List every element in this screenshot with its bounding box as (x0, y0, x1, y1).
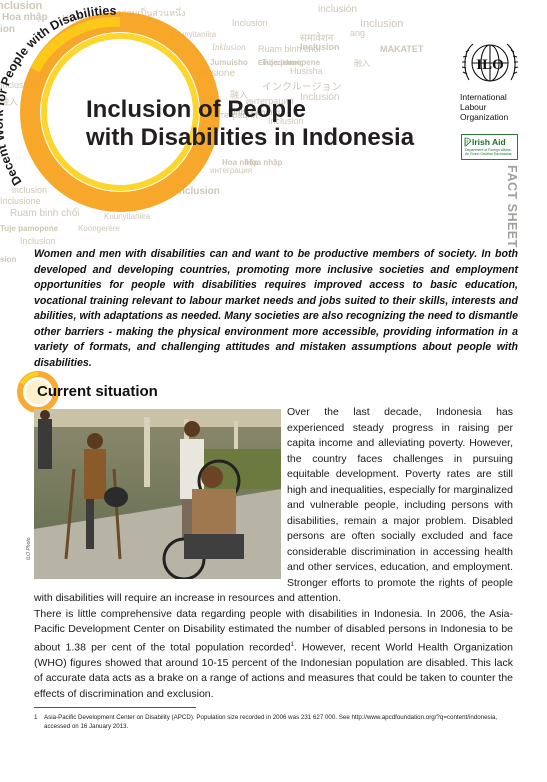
title-line-2: with Disabilities in Indonesia (86, 124, 415, 151)
footnote-text: Asia-Pacific Development Center on Disab… (44, 714, 498, 730)
cloud-word: Ruam binh chổi (258, 44, 321, 54)
footnote: 1 Asia-Pacific Development Center on Disa… (34, 713, 514, 731)
irish-aid-subtitle: Department of Foreign Affairs An Roinn G… (465, 148, 512, 156)
fact-sheet-label: FACT SHEET (505, 165, 519, 248)
cloud-word: inclusión (318, 4, 357, 15)
cloud-word: MAKATET (380, 44, 424, 54)
ilo-organization-name: International Labour Organization (460, 92, 509, 122)
title-line-1: Inclusion of People (86, 96, 307, 123)
cloud-word: Hoa nhập (246, 158, 283, 167)
svg-text:ILO: ILO (476, 57, 504, 73)
footnote-divider (34, 707, 196, 708)
irish-aid-logo: Irish Aid Department of Foreign Affairs … (461, 134, 518, 160)
page-title: Inclusion of People with Disabilities in… (86, 96, 416, 152)
cloud-word: sion (0, 255, 17, 262)
irish-aid-title: Irish Aid (472, 137, 506, 147)
footnote-number: 1 (34, 714, 38, 721)
intro-paragraph: Women and men with disabilities can and … (34, 248, 518, 369)
photo-spacer (34, 405, 287, 583)
cloud-word: インクルージョン (262, 82, 342, 93)
body-text: Over the last decade, Indonesia has expe… (34, 405, 513, 702)
cloud-word: Husisha (290, 66, 323, 76)
cloud-word: 融入 (354, 59, 370, 68)
harp-icon (464, 137, 472, 147)
cloud-word: Inclusion (360, 18, 404, 30)
paragraph-2: There is little comprehensive data regar… (34, 607, 513, 700)
photo-credit: ILO Photo (26, 537, 32, 560)
section-heading: Current situation (37, 383, 158, 400)
ilo-logo: ILO (461, 43, 519, 82)
